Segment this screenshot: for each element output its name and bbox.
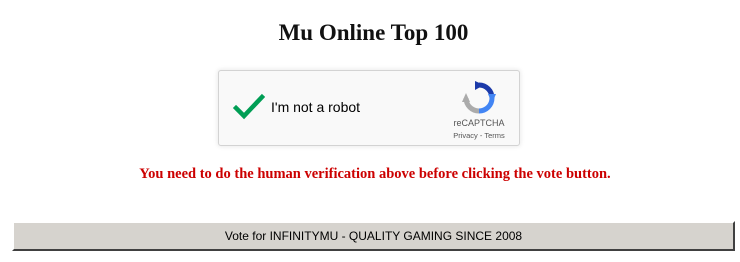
recaptcha-widget: I'm not a robot reCAPTCHA Privacy - Term… xyxy=(218,70,520,146)
vote-button[interactable]: Vote for INFINITYMU - QUALITY GAMING SIN… xyxy=(12,221,735,251)
recaptcha-brand-label: reCAPTCHA xyxy=(453,118,505,128)
privacy-link[interactable]: Privacy xyxy=(453,131,478,140)
terms-link[interactable]: Terms xyxy=(484,131,504,140)
checkmark-icon[interactable] xyxy=(232,93,266,121)
verification-warning: You need to do the human verification ab… xyxy=(139,166,611,182)
recaptcha-links: Privacy - Terms xyxy=(447,131,511,140)
captcha-checkbox-label[interactable]: I'm not a robot xyxy=(271,99,360,115)
page-title: Mu Online Top 100 xyxy=(278,20,469,45)
recaptcha-logo-icon xyxy=(462,81,496,115)
